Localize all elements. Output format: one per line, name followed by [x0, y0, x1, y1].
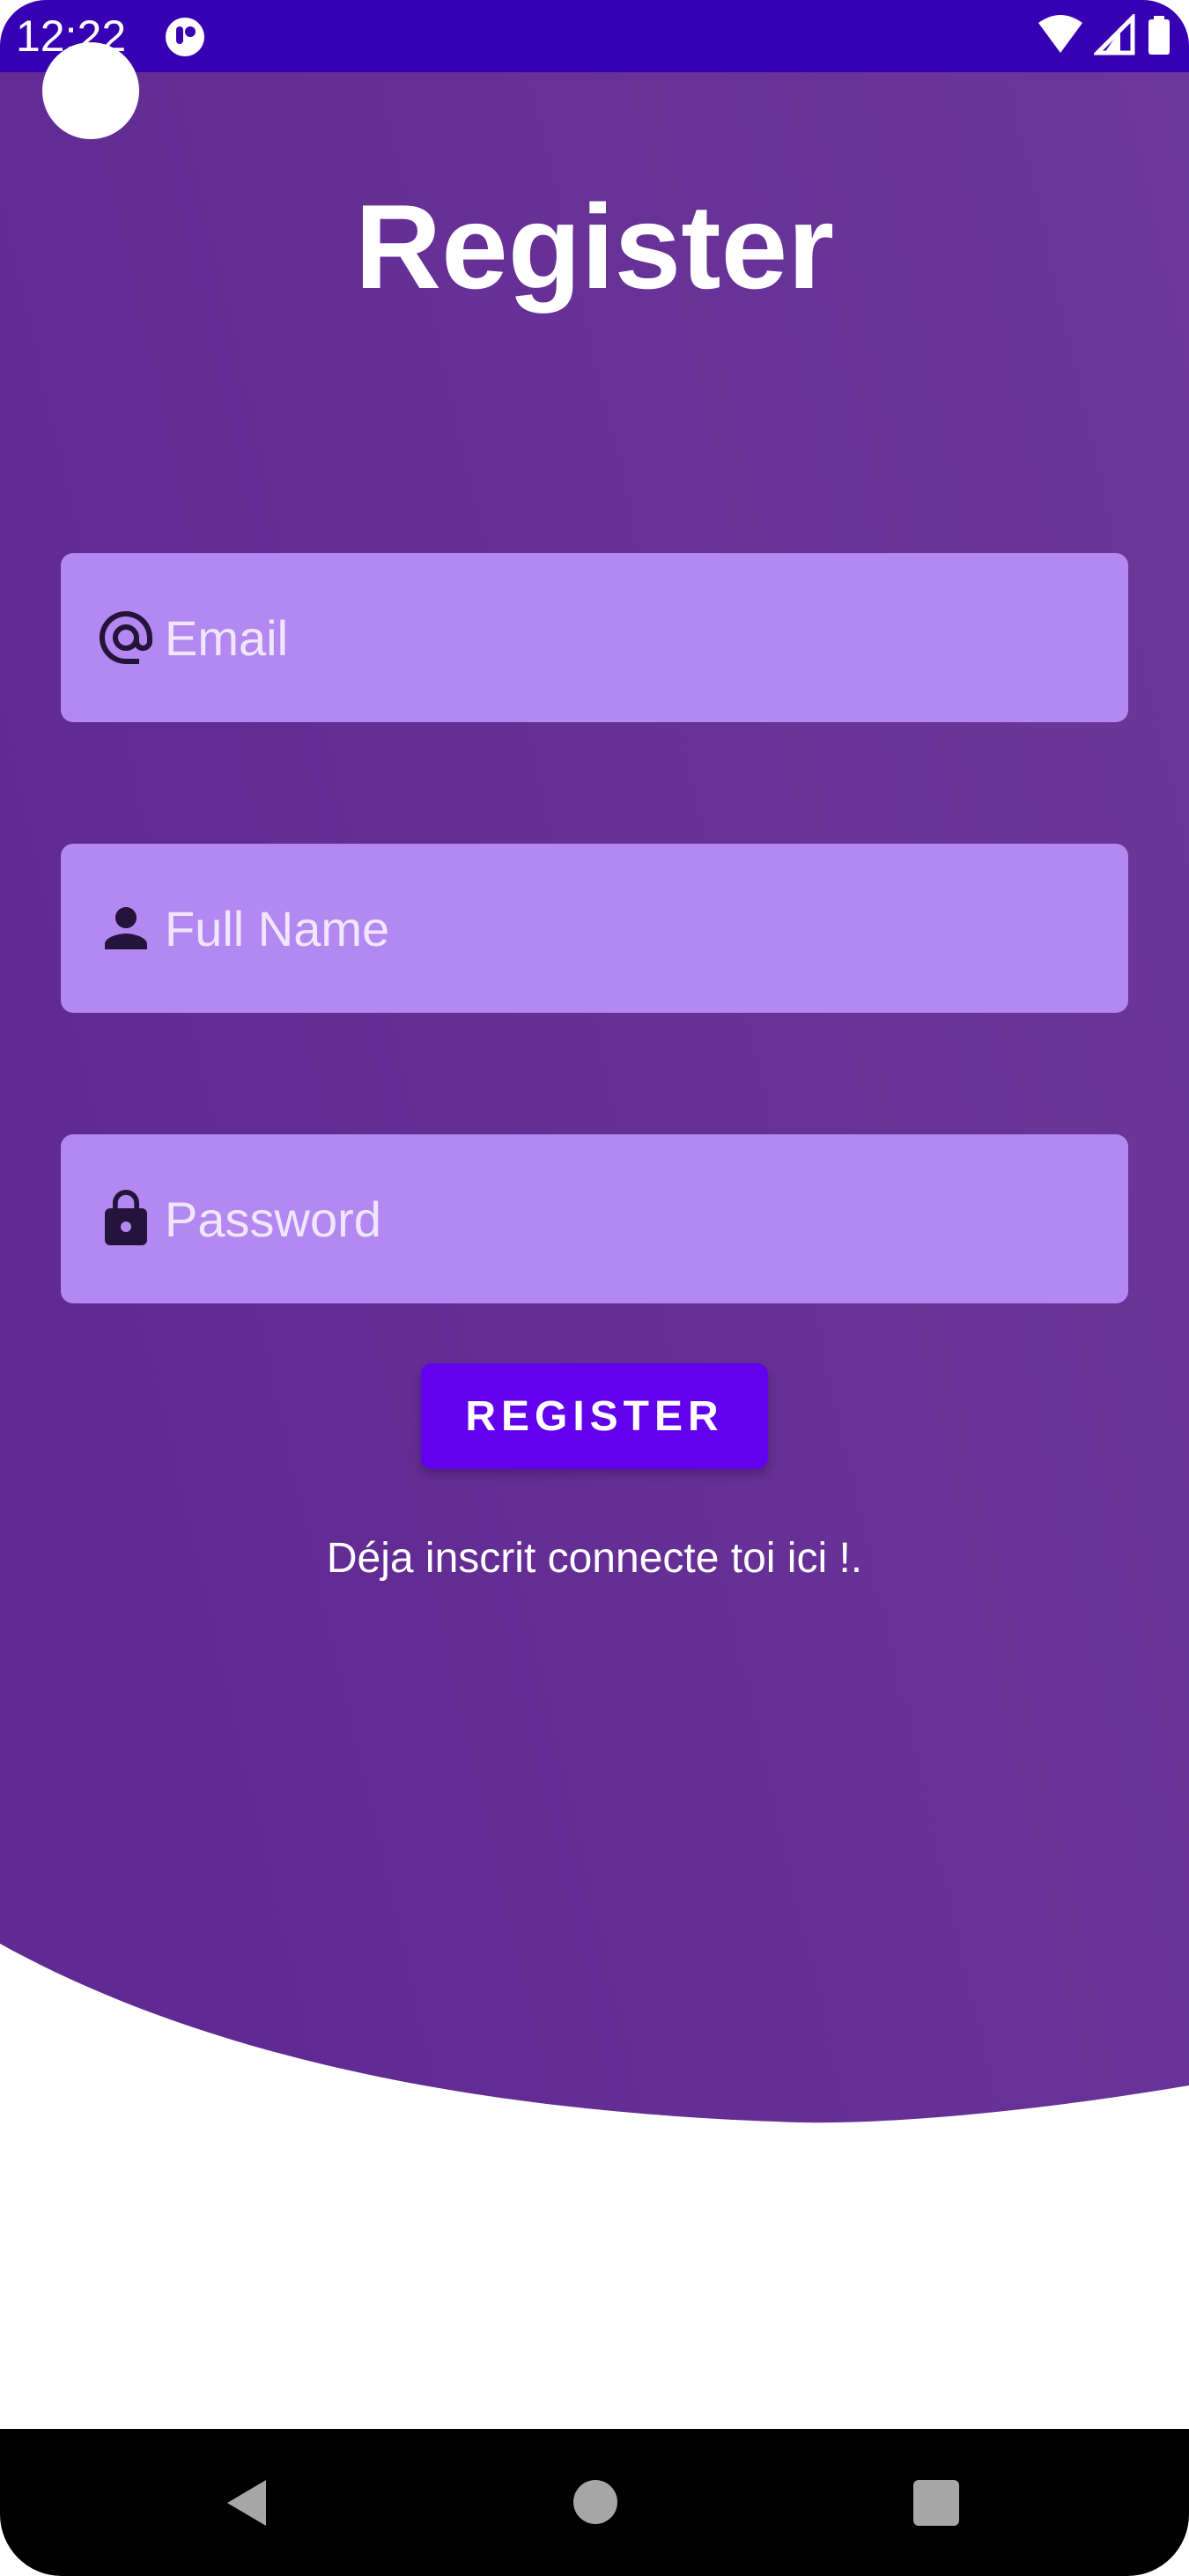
register-screen: 12:22 Register Email Full Name REGISTER … — [0, 0, 1189, 2576]
camera-cutout — [42, 42, 139, 139]
back-icon[interactable] — [220, 2476, 273, 2529]
password-field[interactable] — [61, 1134, 1128, 1303]
status-icons — [1037, 14, 1171, 60]
signal-icon — [1093, 14, 1135, 55]
battery-icon — [1148, 16, 1170, 55]
recents-icon[interactable] — [913, 2480, 959, 2526]
app-notification-icon — [166, 18, 204, 56]
full-name-field[interactable] — [61, 844, 1128, 1013]
status-bar: 12:22 — [0, 0, 1189, 72]
login-link[interactable]: Déja inscrit connecte toi ici !. — [0, 1532, 1189, 1585]
email-field[interactable] — [61, 553, 1128, 722]
full-name-input[interactable] — [165, 879, 1098, 978]
password-input[interactable] — [165, 1170, 1098, 1268]
email-input[interactable] — [165, 588, 1098, 687]
page-title: Register — [354, 180, 835, 314]
register-button[interactable]: REGISTER — [421, 1363, 768, 1469]
person-icon — [105, 907, 147, 949]
wifi-icon — [1038, 15, 1083, 53]
home-icon[interactable] — [573, 2480, 617, 2524]
lock-icon — [105, 1190, 147, 1245]
at-sign-icon — [100, 611, 152, 664]
